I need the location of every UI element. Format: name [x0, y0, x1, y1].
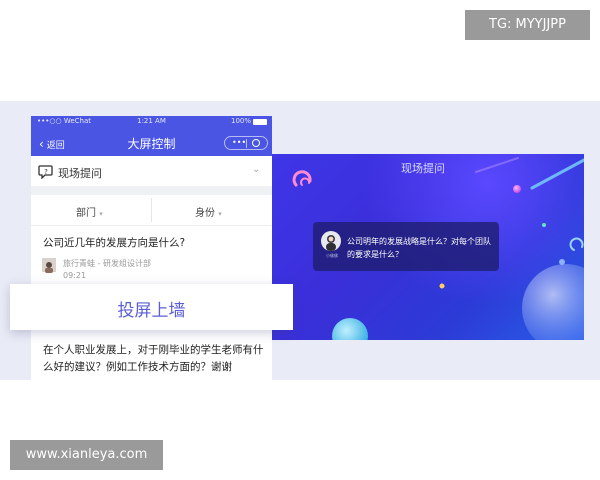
question-text[interactable]: 公司近几年的发展方向是什么?	[43, 235, 185, 250]
watermark-top: TG: MYYJJPP	[465, 10, 590, 40]
status-bar: •••○○ WeChat 1:21 AM 100%	[31, 116, 272, 128]
light-streak	[475, 157, 519, 173]
small-dot	[559, 259, 565, 265]
question-text[interactable]: 在个人职业发展上，对于刚毕业的学生老师有什么好的建议？例如工作技术方面的？谢谢	[43, 342, 268, 376]
mini-program-capsule[interactable]: •••	[224, 136, 268, 150]
avatar	[42, 258, 56, 273]
caret-down-icon: ▾	[99, 210, 103, 218]
divider	[151, 198, 152, 222]
divider	[31, 186, 272, 195]
filter-department[interactable]: 部门 ▾	[76, 204, 103, 219]
caret-down-icon: ▾	[218, 210, 222, 218]
pink-dot	[513, 185, 521, 193]
svg-text:?: ?	[44, 168, 48, 176]
close-circle-icon[interactable]	[252, 139, 260, 147]
author-name: 旅行青蛙 - 研发组设计部	[63, 259, 151, 268]
ring-icon-right	[569, 237, 584, 251]
light-streak	[530, 158, 584, 190]
large-bubble	[522, 264, 584, 340]
watermark-bottom: www.xianleya.com	[10, 440, 163, 470]
screen-question-text: 公司明年的发展战略是什么？对每个团队的要求是什么？	[347, 237, 491, 259]
small-dot-yellow	[439, 283, 445, 289]
avatar	[321, 231, 341, 251]
asker-name: 小佛佛	[326, 253, 338, 258]
question-bubble-icon: ?	[38, 165, 53, 179]
timestamp: 09:21	[63, 271, 87, 280]
chevron-down-icon: ⌄	[252, 164, 261, 175]
project-to-wall-label: 投屏上墙	[117, 301, 186, 321]
blue-bubble	[332, 318, 368, 340]
battery-text: 100%	[231, 117, 252, 125]
more-icon[interactable]: •••	[232, 138, 246, 147]
battery-icon	[253, 119, 267, 125]
filter-identity[interactable]: 身份 ▾	[195, 204, 222, 219]
small-dot-green	[542, 223, 546, 227]
section-label: 现场提问	[58, 167, 102, 180]
